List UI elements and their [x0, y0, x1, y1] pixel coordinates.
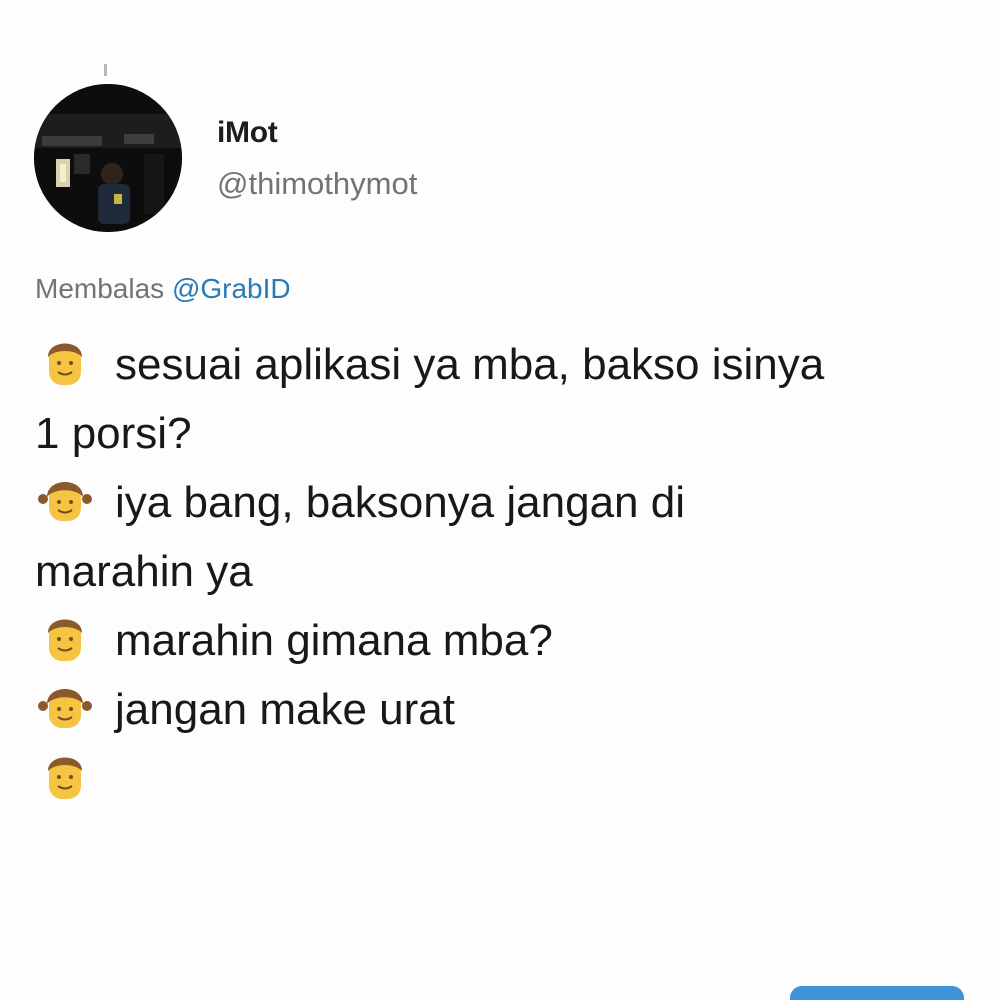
display-name[interactable]: iMot [217, 116, 278, 150]
tweet-line-4: marahin ya [35, 537, 975, 606]
reply-prefix: Membalas [35, 273, 165, 304]
user-handle[interactable]: @thimothymot [217, 166, 417, 202]
reply-context: Membalas @GrabID [35, 273, 291, 305]
tweet-line-5: marahin gimana mba? [35, 606, 975, 675]
tweet-line-1: sesuai aplikasi ya mba, bakso isinya [35, 330, 975, 399]
tweet-line-text: 1 porsi? [35, 409, 192, 458]
tweet-line-7 [35, 744, 975, 813]
boy-emoji-icon [35, 745, 95, 805]
tweet-line-text: iya bang, baksonya jangan di [115, 478, 685, 527]
tweet-line-6: jangan make urat [35, 675, 975, 744]
reply-mention-link[interactable]: @GrabID [172, 273, 291, 304]
tweet-card: iMot @thimothymot Membalas @GrabID sesua… [0, 0, 1000, 1000]
girl-emoji-icon [35, 676, 95, 736]
tweet-line-text: marahin gimana mba? [115, 616, 553, 665]
divider-tick [104, 64, 107, 76]
tweet-line-text: jangan make urat [115, 685, 455, 734]
profile-photo-icon [34, 84, 182, 232]
tweet-line-text: marahin ya [35, 547, 253, 596]
tweet-line-2: 1 porsi? [35, 399, 975, 468]
tweet-text: sesuai aplikasi ya mba, bakso isinya 1 p… [35, 330, 975, 813]
girl-emoji-icon [35, 469, 95, 529]
action-button[interactable] [790, 986, 964, 1000]
boy-emoji-icon [35, 331, 95, 391]
tweet-line-text: sesuai aplikasi ya mba, bakso isinya [115, 340, 825, 389]
tweet-line-3: iya bang, baksonya jangan di [35, 468, 975, 537]
avatar[interactable] [34, 84, 182, 232]
boy-emoji-icon [35, 607, 95, 667]
